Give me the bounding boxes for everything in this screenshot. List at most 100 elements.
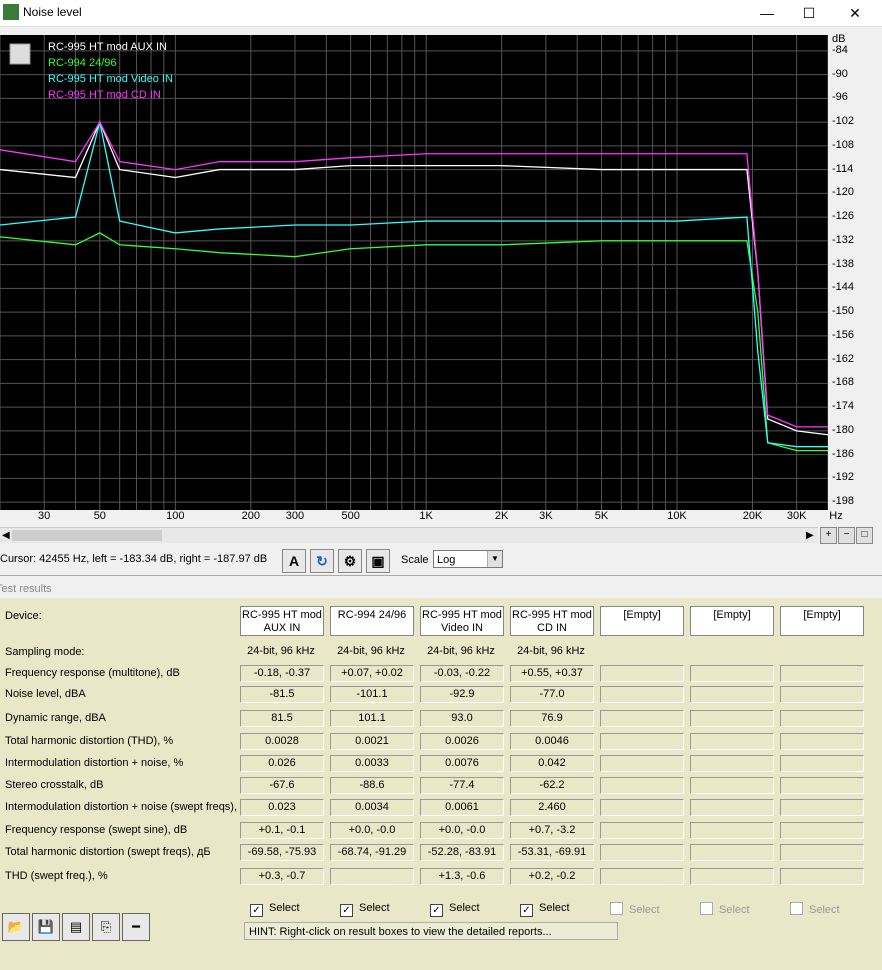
result-cell[interactable]: 0.042 <box>510 755 594 772</box>
copy-icon[interactable]: ⎘ <box>92 913 120 941</box>
scroll-thumb[interactable] <box>12 530 162 541</box>
result-cell[interactable]: 0.0046 <box>510 733 594 750</box>
result-cell <box>780 686 864 703</box>
row-label: Stereo crosstalk, dB <box>5 779 104 791</box>
font-icon[interactable]: A <box>282 549 306 573</box>
result-cell[interactable]: -101.1 <box>330 686 414 703</box>
checkbox-checked-icon[interactable]: ✓ <box>520 904 533 917</box>
select-checkbox[interactable]: ✓ Select <box>430 902 480 917</box>
device-box[interactable]: RC-994 24/96 <box>330 606 414 636</box>
y-tick-label: -162 <box>832 352 855 365</box>
device-box[interactable]: [Empty] <box>600 606 684 636</box>
select-checkbox[interactable]: Select <box>700 902 750 916</box>
zoom-reset-icon[interactable]: □ <box>856 527 873 544</box>
result-cell[interactable]: +0.7, -3.2 <box>510 822 594 839</box>
minimize-button[interactable]: — <box>744 0 790 26</box>
row-label: Frequency response (swept sine), dB <box>5 824 188 836</box>
result-cell[interactable]: 0.0021 <box>330 733 414 750</box>
horizontal-scrollbar[interactable]: ◀ ▶ <box>0 527 818 543</box>
result-cell[interactable]: -68.74, -91.29 <box>330 844 414 861</box>
scale-select[interactable]: Log ▼ <box>433 550 503 568</box>
save-icon[interactable]: 💾 <box>32 913 60 941</box>
result-cell[interactable]: 76.9 <box>510 710 594 727</box>
y-tick-label: -126 <box>832 210 855 223</box>
close-button[interactable]: ✕ <box>832 0 878 26</box>
select-checkbox[interactable]: ✓ Select <box>340 902 390 917</box>
checkbox-checked-icon[interactable]: ✓ <box>430 904 443 917</box>
select-checkbox[interactable]: ✓ Select <box>250 902 300 917</box>
save-all-icon[interactable]: ▤ <box>62 913 90 941</box>
result-cell[interactable]: +0.3, -0.7 <box>240 868 324 885</box>
result-cell[interactable]: -77.0 <box>510 686 594 703</box>
noise-level-chart[interactable]: RC-995 HT mod AUX IN RC-994 24/96 RC-995 H… <box>0 35 829 510</box>
plot-area[interactable]: RC-995 HT mod AUX IN RC-994 24/96 RC-995 H… <box>0 35 829 510</box>
x-tick-label: 20K <box>742 510 763 522</box>
device-box[interactable]: [Empty] <box>690 606 774 636</box>
open-folder-icon[interactable]: 📂 <box>2 913 30 941</box>
device-box[interactable]: RC-995 HT mod CD IN <box>510 606 594 636</box>
checkbox-checked-icon[interactable]: ✓ <box>340 904 353 917</box>
result-cell[interactable]: 0.0026 <box>420 733 504 750</box>
result-cell[interactable]: +0.1, -0.1 <box>240 822 324 839</box>
result-cell[interactable]: +0.2, -0.2 <box>510 868 594 885</box>
result-cell[interactable]: +0.07, +0.02 <box>330 665 414 682</box>
result-cell[interactable]: 0.0061 <box>420 799 504 816</box>
result-cell[interactable]: 0.023 <box>240 799 324 816</box>
result-cell[interactable]: -0.03, -0.22 <box>420 665 504 682</box>
checkbox-checked-icon[interactable]: ✓ <box>250 904 263 917</box>
device-box[interactable]: RC-995 HT mod AUX IN <box>240 606 324 636</box>
result-cell[interactable]: 0.026 <box>240 755 324 772</box>
select-checkbox[interactable]: ✓ Select <box>520 902 570 917</box>
result-cell[interactable] <box>330 868 414 885</box>
result-cell[interactable]: 81.5 <box>240 710 324 727</box>
result-cell[interactable]: +0.0, -0.0 <box>330 822 414 839</box>
cursor-readout: Cursor: 42455 Hz, left = -183.34 dB, rig… <box>0 553 268 565</box>
select-label: Select <box>809 904 840 916</box>
result-cell[interactable]: -81.5 <box>240 686 324 703</box>
checkbox-unchecked-icon[interactable] <box>790 902 803 915</box>
result-cell[interactable]: 0.0028 <box>240 733 324 750</box>
result-cell[interactable]: -62.2 <box>510 777 594 794</box>
device-box[interactable]: RC-995 HT mod Video IN <box>420 606 504 636</box>
result-cell[interactable]: 2.460 <box>510 799 594 816</box>
scroll-left-icon[interactable]: ◀ <box>2 528 10 543</box>
result-cell[interactable]: 24-bit, 96 kHz <box>510 644 592 659</box>
checkbox-unchecked-icon[interactable] <box>700 902 713 915</box>
result-cell[interactable]: +0.0, -0.0 <box>420 822 504 839</box>
results-title: Test results <box>0 583 52 595</box>
result-cell[interactable]: -88.6 <box>330 777 414 794</box>
x-tick-label: 100 <box>166 510 185 522</box>
result-cell[interactable]: -77.4 <box>420 777 504 794</box>
row-label: Sampling mode: <box>5 646 85 658</box>
device-box[interactable]: [Empty] <box>780 606 864 636</box>
settings-icon[interactable]: ⚙ <box>338 549 362 573</box>
legend-toggle-icon[interactable] <box>9 43 31 65</box>
maximize-button[interactable]: ☐ <box>786 0 832 26</box>
save-icon[interactable]: ▣ <box>366 549 390 573</box>
zoom-in-icon[interactable]: + <box>820 527 837 544</box>
result-cell[interactable]: -53.31, -69.91 <box>510 844 594 861</box>
select-checkbox[interactable]: Select <box>790 902 840 916</box>
result-cell[interactable]: +1.3, -0.6 <box>420 868 504 885</box>
result-cell[interactable]: 0.0033 <box>330 755 414 772</box>
remove-icon[interactable]: ━ <box>122 913 150 941</box>
zoom-out-icon[interactable]: − <box>838 527 855 544</box>
result-cell[interactable]: 24-bit, 96 kHz <box>420 644 502 659</box>
result-cell[interactable]: +0.55, +0.37 <box>510 665 594 682</box>
result-cell <box>600 755 684 772</box>
result-cell[interactable]: 101.1 <box>330 710 414 727</box>
result-cell[interactable]: 24-bit, 96 kHz <box>330 644 412 659</box>
result-cell[interactable]: 0.0076 <box>420 755 504 772</box>
result-cell[interactable]: -69.58, -75.93 <box>240 844 324 861</box>
result-cell[interactable]: -92.9 <box>420 686 504 703</box>
checkbox-unchecked-icon[interactable] <box>610 902 623 915</box>
result-cell[interactable]: -52.28, -83.91 <box>420 844 504 861</box>
refresh-icon[interactable]: ↻ <box>310 549 334 573</box>
result-cell[interactable]: -67.6 <box>240 777 324 794</box>
result-cell[interactable]: 93.0 <box>420 710 504 727</box>
scroll-right-icon[interactable]: ▶ <box>806 528 814 543</box>
select-checkbox[interactable]: Select <box>610 902 660 916</box>
result-cell[interactable]: 24-bit, 96 kHz <box>240 644 322 659</box>
result-cell[interactable]: 0.0034 <box>330 799 414 816</box>
result-cell[interactable]: -0.18, -0.37 <box>240 665 324 682</box>
